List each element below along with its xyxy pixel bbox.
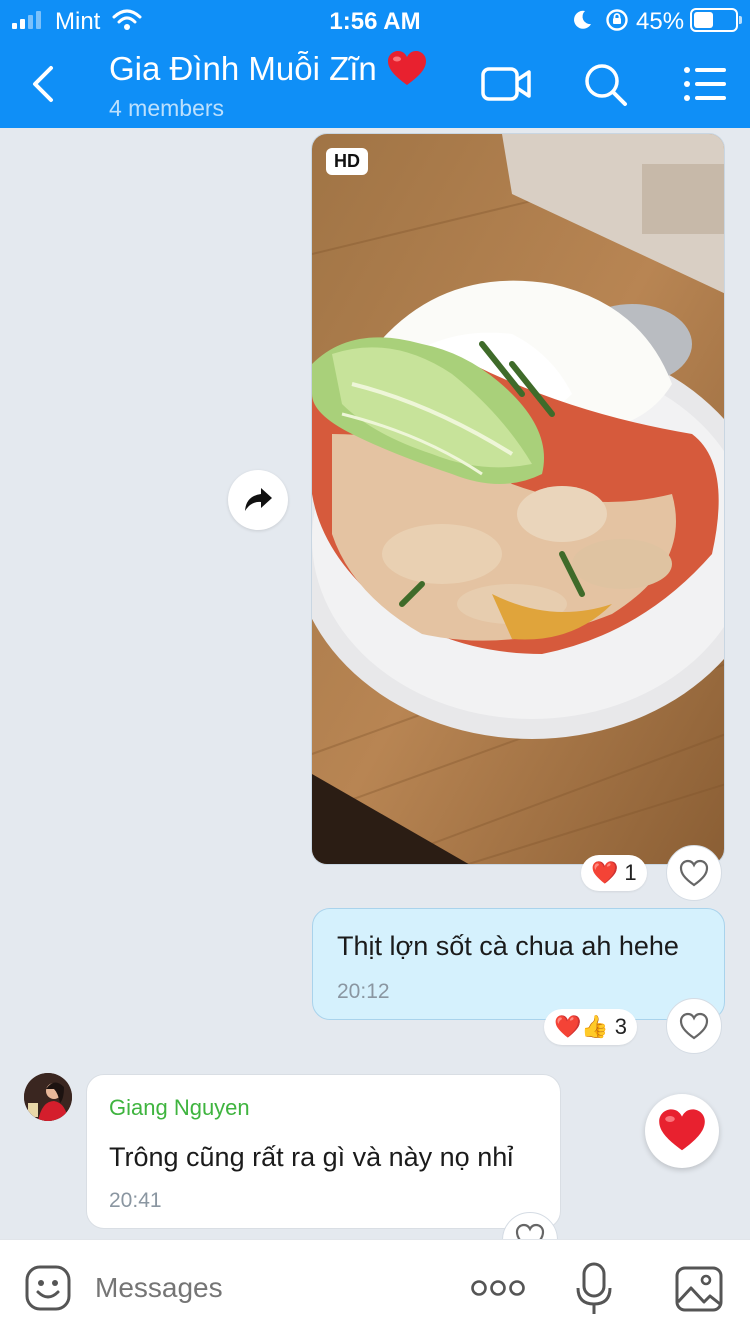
video-call-icon[interactable] — [480, 60, 532, 108]
microphone-icon[interactable] — [576, 1262, 612, 1316]
more-icon[interactable] — [470, 1270, 526, 1306]
heart-icon — [659, 1109, 705, 1151]
menu-icon[interactable] — [680, 60, 732, 108]
food-photo — [312, 134, 724, 864]
react-button[interactable] — [666, 845, 722, 901]
reaction-emojis: ❤️ — [591, 860, 619, 885]
emoji-icon[interactable] — [24, 1264, 72, 1312]
member-count[interactable]: 4 members — [109, 95, 224, 122]
message-text: Trông cũng rất ra gì và này nọ nhỉ — [109, 1142, 514, 1172]
reaction-count: 3 — [614, 1014, 628, 1039]
chat-header: Mint 1:56 AM 45% Gia Đình Muỗi Zĩn 4 mem… — [0, 0, 750, 128]
quick-heart-button[interactable] — [645, 1094, 719, 1168]
message-input[interactable] — [95, 1268, 425, 1308]
message-time: 20:41 — [109, 1189, 162, 1212]
heart-emoji — [387, 51, 426, 85]
hd-badge: HD — [326, 148, 368, 175]
status-bar: Mint 1:56 AM 45% — [0, 0, 750, 42]
reaction-count: 1 — [624, 860, 637, 885]
group-name: Gia Đình Muỗi Zĩn — [109, 50, 377, 87]
photo-reactions[interactable]: ❤️ 1 — [581, 855, 647, 891]
heart-outline-icon — [679, 1012, 709, 1040]
forward-button[interactable] — [228, 470, 288, 530]
group-title[interactable]: Gia Đình Muỗi Zĩn — [109, 50, 427, 88]
battery-percent: 45% — [636, 8, 685, 35]
react-button[interactable] — [666, 998, 722, 1054]
heart-outline-icon — [679, 859, 709, 887]
photo-message[interactable]: HD — [311, 133, 725, 865]
avatar[interactable] — [24, 1073, 72, 1121]
battery-icon — [690, 8, 742, 32]
outgoing-message[interactable]: Thịt lợn sốt cà chua ah hehe 20:12 — [312, 908, 725, 1020]
message-input-bar — [0, 1239, 750, 1334]
message-reactions[interactable]: ❤️👍 3 — [544, 1009, 638, 1045]
incoming-message[interactable]: Giang Nguyen Trông cũng rất ra gì và này… — [86, 1074, 561, 1229]
moon-icon — [574, 10, 591, 29]
sender-name[interactable]: Giang Nguyen — [109, 1095, 250, 1121]
forward-icon — [245, 488, 272, 511]
reaction-emojis: ❤️👍 — [554, 1014, 609, 1039]
search-icon[interactable] — [580, 60, 632, 108]
image-icon[interactable] — [674, 1264, 724, 1314]
message-text: Thịt lợn sốt cà chua ah hehe — [337, 931, 679, 961]
orientation-lock-icon — [606, 9, 628, 31]
chevron-left-icon[interactable] — [22, 60, 66, 108]
message-time: 20:12 — [337, 980, 390, 1003]
